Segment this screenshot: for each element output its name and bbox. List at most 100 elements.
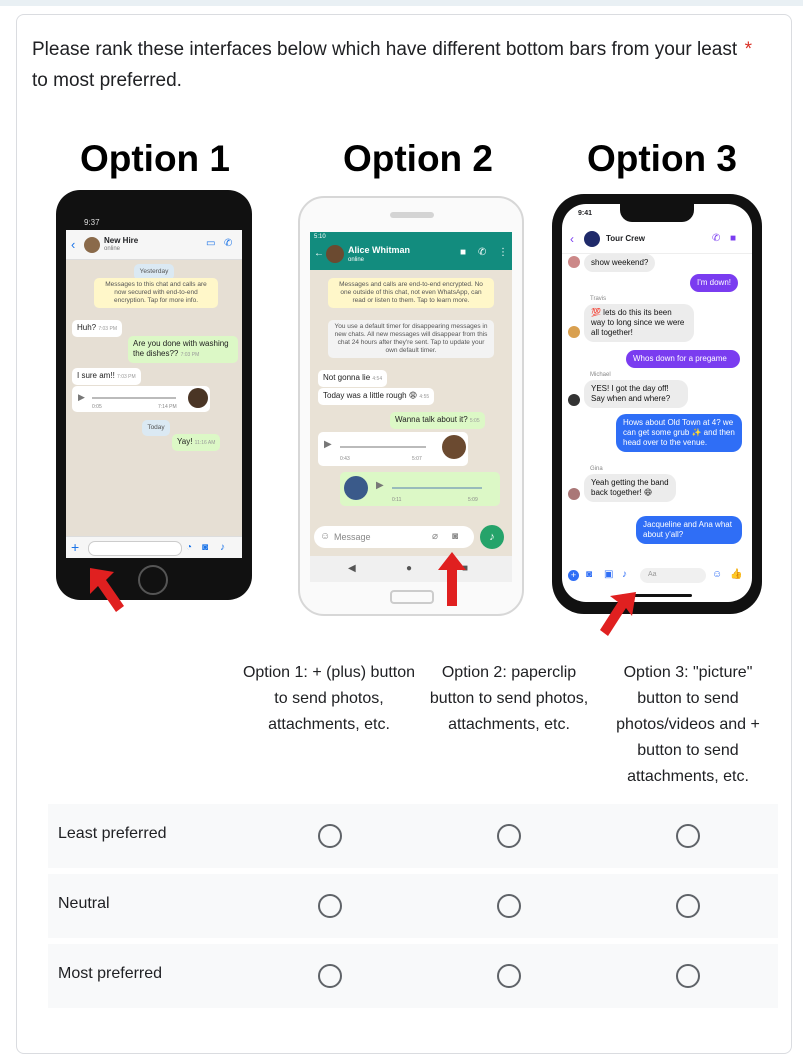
phone1-msg-sure: I sure am!! 7:03 PM: [72, 368, 141, 385]
sender-avatar: [568, 326, 580, 338]
contact-avatar: [84, 237, 100, 253]
option-3-arrow-icon: [600, 592, 636, 636]
grid-row-label: Least preferred: [58, 825, 167, 842]
paperclip-icon[interactable]: ⌀: [432, 531, 438, 542]
phone2-header: 5:10 ← Alice Whitman online ■ ✆ ⋮: [310, 232, 512, 270]
voice-avatar: [344, 476, 368, 500]
contact-avatar: [326, 245, 344, 263]
video-call-icon: ■: [730, 233, 737, 244]
sender-avatar: [568, 394, 580, 406]
voice-avatar: [442, 435, 466, 459]
phone2-speaker: [390, 212, 434, 218]
phone1-encryption-note: Messages to this chat and calls are now …: [94, 278, 218, 308]
phone3-bottom-bar: + ◙ ▣ ♪ Aa ☺ 👍: [562, 564, 752, 588]
question-text: Please rank these interfaces below which…: [32, 39, 738, 91]
phone2-contact-name: Alice Whitman: [348, 245, 411, 255]
phone2-msg-notgonnalie: Not gonna lie 4:54: [318, 370, 388, 387]
option-1-arrow-icon: [90, 568, 124, 612]
phone1-date-today: Today: [142, 420, 170, 436]
option-2-phone-image: 5:10 ← Alice Whitman online ■ ✆ ⋮ Messag…: [298, 196, 524, 616]
phone-call-icon: ✆: [712, 233, 721, 244]
nav-home-icon[interactable]: ●: [406, 563, 412, 574]
sender-avatar: [568, 488, 580, 500]
thumbs-up-icon[interactable]: 👍: [730, 569, 742, 580]
sticker-icon[interactable]: ◔: [186, 542, 192, 553]
camera-icon[interactable]: ◙: [202, 542, 208, 553]
option-2-arrow-icon: [438, 552, 466, 606]
option-1-title: Option 1: [79, 138, 231, 179]
radio-least-option-2[interactable]: [497, 824, 521, 848]
required-asterisk: *: [744, 39, 752, 60]
phone3-msg-dayoff: YES! I got the day off! Say when and whe…: [584, 380, 688, 408]
sender-name-gina: Gina: [590, 466, 603, 472]
radio-least-option-1[interactable]: [318, 824, 342, 848]
plus-icon[interactable]: +: [568, 570, 579, 581]
microphone-button[interactable]: ♪: [480, 525, 504, 549]
menu-dots-icon: ⋮: [498, 247, 508, 258]
option-3-title: Option 3: [586, 138, 738, 179]
phone2-bottom-bar: ☺ Message ⌀ ◙ ♪: [310, 524, 512, 550]
emoji-icon[interactable]: ☺: [712, 569, 722, 580]
phone2-input-placeholder: Message: [334, 532, 371, 542]
nav-back-icon[interactable]: ◀: [348, 563, 356, 574]
grid-row-label: Neutral: [58, 895, 110, 912]
microphone-icon[interactable]: ♪: [622, 569, 627, 580]
radio-most-option-1[interactable]: [318, 964, 342, 988]
phone3-screen: 9:41 ‹ Tour Crew ✆ ■ show weekend? I'm d…: [562, 204, 752, 602]
radio-neutral-option-3[interactable]: [676, 894, 700, 918]
grid-column-header-option-2: Option 2: paperclip button to send photo…: [429, 664, 589, 733]
grid-column-header-option-3: Option 3: "picture" button to send photo…: [616, 664, 760, 785]
back-chevron-icon: ‹: [570, 232, 574, 246]
phone1-msg-huh: Huh? 7:03 PM: [72, 320, 122, 337]
phone1-screen: ‹ New Hire online ▭ ✆ Yesterday Messages…: [66, 230, 242, 558]
radio-most-option-2[interactable]: [497, 964, 521, 988]
phone2-presence: online: [348, 257, 365, 263]
phone1-bottom-bar: + ◔ ◙ ♪: [66, 536, 242, 558]
phone1-msg-yay: Yay! 11:16 AM: [172, 434, 221, 451]
sender-name-michael: Michael: [590, 372, 611, 378]
option-2-title: Option 2: [342, 138, 494, 179]
phone1-voice-message: ▶ 0:05 7:14 PM: [72, 386, 210, 412]
phone2-msg-talk: Wanna talk about it? 5:05: [390, 412, 485, 429]
phone3-msg-band: Yeah getting the band back together! 😄: [584, 474, 676, 502]
phone2-voice-message-2: ▶ 0:11 5:09: [340, 472, 500, 506]
voice-waveform: [340, 446, 426, 448]
microphone-icon[interactable]: ♪: [220, 542, 225, 553]
grid-column-header-option-1: Option 1: + (plus) button to send photos…: [242, 664, 416, 733]
phone3-msg-imdown: I'm down!: [690, 274, 738, 292]
radio-neutral-option-2[interactable]: [497, 894, 521, 918]
grid-row-most-preferred: Most preferred: [48, 944, 778, 1008]
phone-call-icon: ✆: [224, 238, 233, 249]
phone2-msg-rough: Today was a little rough 😩 4:55: [318, 388, 435, 405]
play-icon: ▶: [324, 439, 332, 450]
option-1-phone-image: 9:37 ‹ New Hire online ▭ ✆ Yesterday Mes…: [56, 190, 252, 600]
phone1-presence: online: [104, 246, 121, 252]
phone3-notch: [620, 204, 694, 222]
picture-icon[interactable]: ▣: [604, 569, 613, 580]
phone3-msg-oldtown: Hows about Old Town at 4? we can get som…: [616, 414, 742, 452]
grid-row-label: Most preferred: [58, 965, 163, 982]
camera-icon[interactable]: ◙: [452, 531, 458, 542]
radio-most-option-3[interactable]: [676, 964, 700, 988]
play-icon: ▶: [376, 480, 384, 491]
phone2-screen: 5:10 ← Alice Whitman online ■ ✆ ⋮ Messag…: [310, 232, 512, 582]
voice-waveform: [92, 397, 176, 399]
phone3-msg-letsdothis: 💯 lets do this its been way to long sinc…: [584, 304, 694, 342]
option-3-phone-image: 9:41 ‹ Tour Crew ✆ ■ show weekend? I'm d…: [552, 194, 762, 614]
phone2-encryption-note: Messages and calls are end-to-end encryp…: [328, 278, 494, 308]
radio-neutral-option-1[interactable]: [318, 894, 342, 918]
phone2-nav-bar: ◀ ● ■: [310, 556, 512, 582]
emoji-icon[interactable]: ☺: [320, 531, 330, 542]
phone2-status-time: 5:10: [314, 234, 326, 240]
phone2-voice-message-1: ▶ 0:43 5:07: [318, 432, 468, 466]
camera-icon[interactable]: ◙: [586, 569, 592, 580]
phone1-message-input[interactable]: [88, 541, 182, 556]
plus-icon[interactable]: +: [71, 539, 79, 555]
video-call-icon: ▭: [206, 238, 216, 249]
radio-least-option-3[interactable]: [676, 824, 700, 848]
sender-avatar: [568, 256, 580, 268]
video-call-icon: ■: [460, 247, 467, 258]
phone3-msg-weekend: show weekend?: [584, 254, 656, 272]
phone2-timer-note: You use a default timer for disappearing…: [328, 320, 494, 358]
grid-row-neutral: Neutral: [48, 874, 778, 938]
